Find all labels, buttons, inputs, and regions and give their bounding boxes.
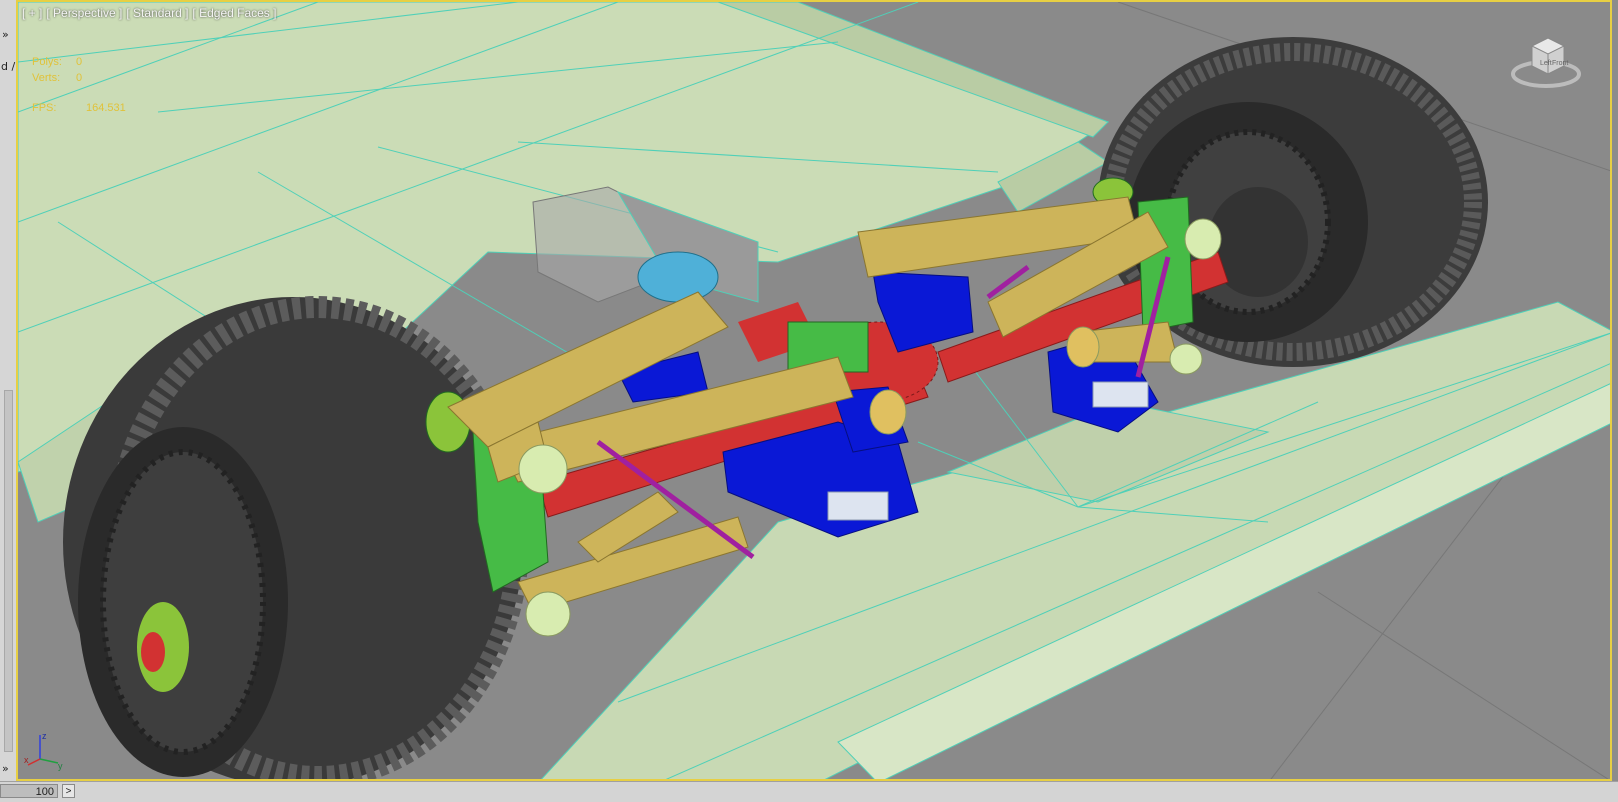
viewport-label[interactable]: [ + ] [ Perspective ] [ Standard ] [ Edged … [22,6,280,20]
time-slider[interactable]: 100 [0,784,58,798]
fps-value: 164.531 [86,102,126,114]
axis-y-label: y [58,761,63,771]
mount-cap-front [827,491,889,521]
fps-label: FPS: [32,102,57,114]
viewport-pov-label[interactable]: [ Perspective ] [46,6,122,20]
verts-label: Verts: [32,72,61,84]
left-scrollbar[interactable] [4,390,13,752]
axis-tripod-icon: z y x [24,731,63,771]
axis-x-label: x [24,755,29,765]
viewport-standard-label[interactable]: [ Standard ] [126,6,188,20]
polys-value: 0 [76,56,83,68]
viewcube-face-left: Left [1540,60,1552,67]
next-frame-button[interactable]: > [62,784,75,798]
mount-cap-rear [1092,381,1149,408]
viewport-shading-label[interactable]: [ Edged Faces ] [192,6,276,20]
time-slider-bar: 100 > [0,781,1618,802]
axis-z-label: z [42,731,47,741]
verts-value: 0 [76,72,83,84]
wheel-front-left [63,296,529,779]
viewcube-icon[interactable]: Left Front [1510,32,1582,92]
viewport-scene [18,2,1610,779]
expand-panel-icon[interactable]: » [2,28,9,41]
viewcube-face-front: Front [1552,60,1568,67]
viewport-menu-plus[interactable]: [ + ] [22,6,42,20]
perspective-viewport[interactable]: [ + ] [ Perspective ] [ Standard ] [ Edged … [16,0,1612,781]
panel-edge-text: d / [1,60,16,73]
viewport-statistics: Polys: 0 Verts: 0 FPS: 164.531 [32,54,126,116]
expand-bottom-icon[interactable]: » [2,762,9,775]
polys-label: Polys: [32,56,62,68]
left-tool-strip: » d / » [0,0,17,782]
